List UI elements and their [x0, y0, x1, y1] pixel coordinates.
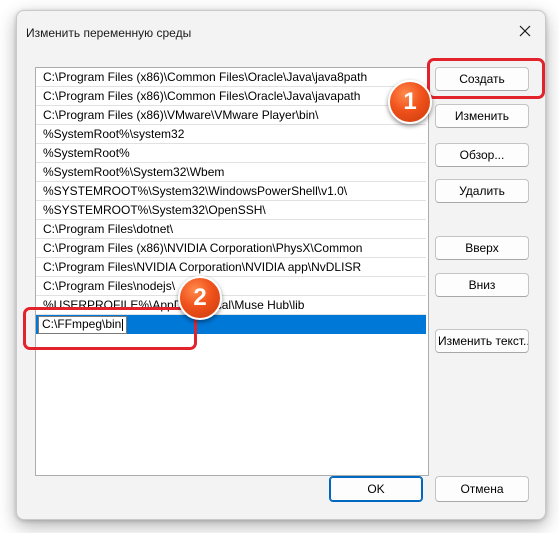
list-item[interactable]: C:\Program Files\nodejs\	[36, 277, 426, 296]
path-list[interactable]: C:\Program Files (x86)\Common Files\Orac…	[35, 67, 429, 476]
list-item[interactable]: %SystemRoot%\system32	[36, 125, 426, 144]
move-up-button[interactable]: Вверх	[435, 236, 529, 260]
list-item[interactable]: C:\Program Files\dotnet\	[36, 220, 426, 239]
title-bar: Изменить переменную среды	[17, 11, 545, 51]
highlight-create-button	[427, 58, 545, 99]
move-down-button[interactable]: Вниз	[435, 273, 529, 297]
ok-button[interactable]: OK	[329, 476, 423, 502]
edit-button[interactable]: Изменить	[435, 104, 529, 128]
list-item[interactable]: C:\Program Files\NVIDIA Corporation\NVID…	[36, 258, 426, 277]
list-item[interactable]: %SYSTEMROOT%\System32\WindowsPowerShell\…	[36, 182, 426, 201]
list-item[interactable]: C:\Program Files (x86)\NVIDIA Corporatio…	[36, 239, 426, 258]
list-item[interactable]: %SystemRoot%	[36, 144, 426, 163]
highlight-new-path	[23, 307, 197, 350]
browse-button[interactable]: Обзор...	[435, 143, 529, 167]
list-item[interactable]: %SYSTEMROOT%\System32\OpenSSH\	[36, 201, 426, 220]
edit-text-button[interactable]: Изменить текст...	[435, 329, 529, 353]
step-badge-1: 1	[388, 80, 432, 124]
list-item[interactable]: C:\Program Files (x86)\Common Files\Orac…	[36, 68, 426, 87]
delete-button[interactable]: Удалить	[435, 179, 529, 203]
window-title: Изменить переменную среды	[26, 26, 192, 40]
close-icon[interactable]	[517, 23, 533, 39]
cancel-button[interactable]: Отмена	[435, 476, 529, 502]
step-badge-2: 2	[178, 276, 222, 320]
list-item[interactable]: C:\Program Files (x86)\Common Files\Orac…	[36, 87, 426, 106]
list-item[interactable]: %SystemRoot%\System32\Wbem	[36, 163, 426, 182]
list-item[interactable]: C:\Program Files (x86)\VMware\VMware Pla…	[36, 106, 426, 125]
